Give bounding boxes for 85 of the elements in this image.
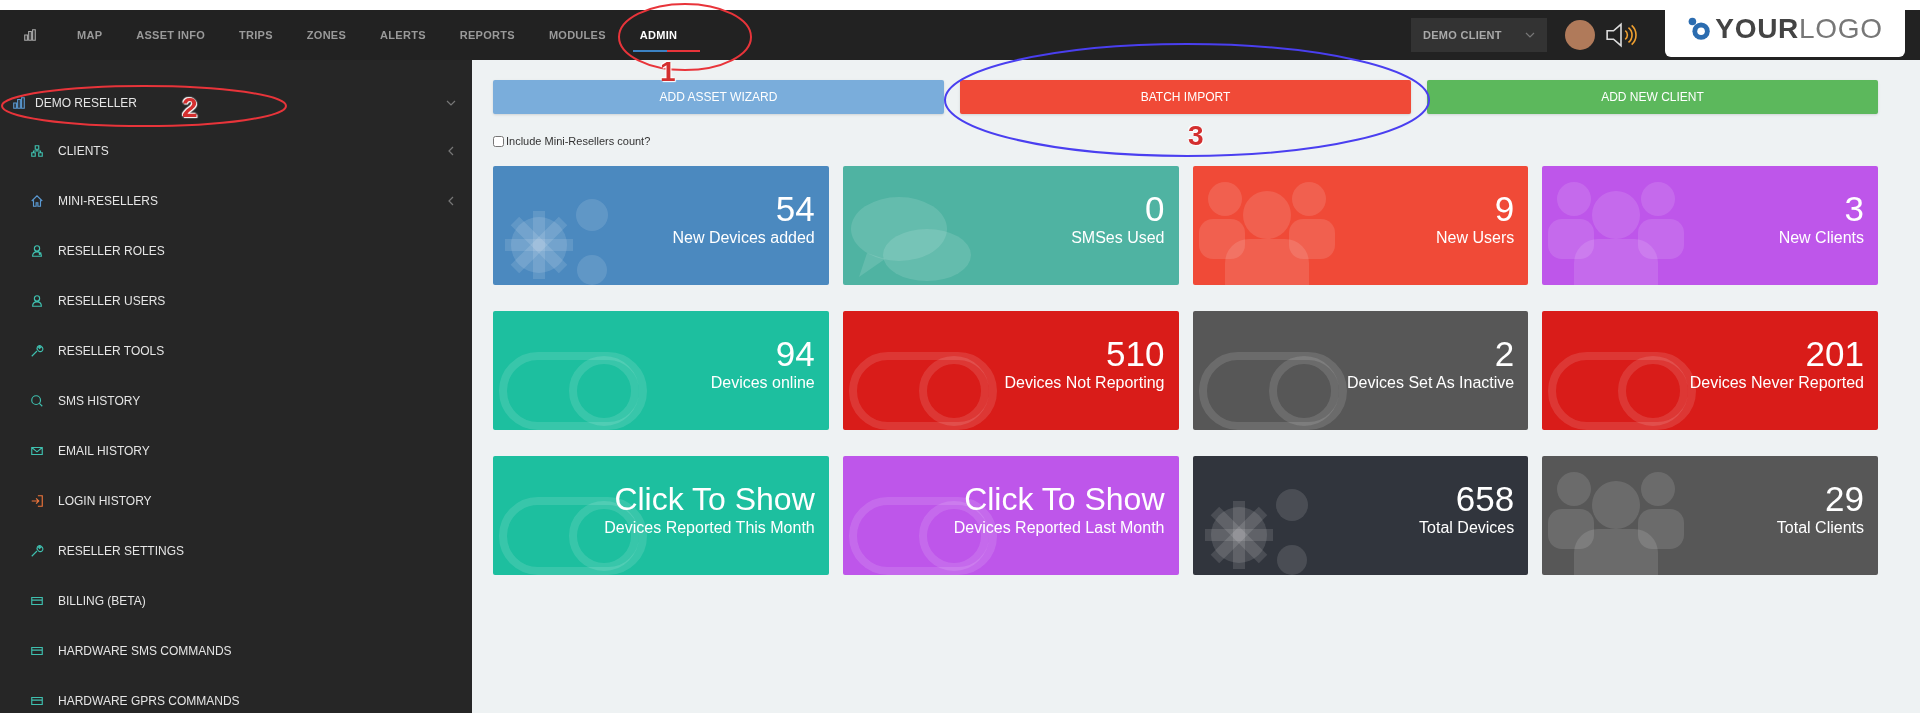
stat-card[interactable]: 29 Total Clients	[1542, 456, 1878, 575]
stat-card[interactable]: Click To Show Devices Reported Last Month	[842, 456, 1179, 575]
stat-value: 29	[1825, 480, 1864, 518]
search-icon	[30, 394, 44, 408]
action-button[interactable]: BATCH IMPORT	[960, 80, 1411, 114]
sidebar-item[interactable]: HARDWARE GPRS COMMANDS	[0, 676, 472, 713]
stat-label: New Clients	[1778, 228, 1864, 248]
envelope-icon	[30, 444, 44, 458]
sidebar-item[interactable]: BILLING (BETA)	[0, 576, 472, 626]
annotation-number: 2	[182, 94, 198, 122]
avatar[interactable]	[1565, 20, 1595, 50]
bar-chart-icon	[23, 28, 37, 42]
stat-card[interactable]: 2 Devices Set As Inactive	[1192, 311, 1529, 430]
sidebar-item[interactable]: HARDWARE SMS COMMANDS	[0, 626, 472, 676]
stat-card[interactable]: 54 New Devices added	[493, 166, 829, 285]
stat-card[interactable]: 658 Total Devices	[1192, 456, 1529, 575]
toggle-icon	[497, 350, 647, 430]
wrench-icon	[30, 544, 44, 558]
chevron-left-icon	[446, 146, 456, 156]
chevron-down-icon	[1525, 30, 1535, 40]
card-icon	[30, 644, 44, 658]
stat-value: 94	[775, 335, 815, 373]
sidebar-item[interactable]: EMAIL HISTORY	[0, 426, 472, 476]
stat-label: New Users	[1436, 228, 1515, 248]
stat-label: Total Clients	[1776, 518, 1864, 538]
nav-tab[interactable]: ZONES	[289, 10, 364, 60]
nav-tab[interactable]: MODULES	[531, 10, 623, 60]
card-icon	[30, 594, 44, 608]
client-dropdown[interactable]: DEMO CLIENT	[1411, 18, 1547, 52]
sign-in-icon	[30, 494, 44, 508]
sidebar-item[interactable]: RESELLER SETTINGS	[0, 526, 472, 576]
stat-label: Total Devices	[1419, 518, 1515, 538]
stat-value: 658	[1455, 480, 1515, 518]
wrench-icon	[30, 344, 44, 358]
expand-toggle[interactable]	[446, 98, 456, 108]
user-icon	[30, 294, 44, 308]
nav-tab[interactable]: MAP	[60, 10, 120, 60]
stat-value: 2	[1494, 335, 1515, 373]
stat-label: Devices online	[710, 373, 815, 393]
sidebar-item[interactable]: RESELLER TOOLS	[0, 326, 472, 376]
sidebar-item[interactable]: MINI-RESELLERS	[0, 176, 472, 226]
bar-chart-icon	[12, 96, 26, 110]
stat-value: Click To Show	[614, 480, 815, 518]
sidebar-item[interactable]: CLIENTS	[0, 126, 472, 176]
stat-value: 510	[1106, 335, 1165, 373]
toggle-icon	[1196, 350, 1347, 430]
annotation-number: 3	[1188, 122, 1204, 150]
card-icon	[30, 694, 44, 708]
stat-label: Devices Not Reporting	[1004, 373, 1165, 393]
stat-value: 9	[1494, 190, 1515, 228]
stat-value: 201	[1805, 335, 1864, 373]
checkbox[interactable]	[493, 135, 504, 147]
nav-tab[interactable]: ASSET INFO	[119, 10, 223, 60]
active-tab-underline	[632, 50, 701, 52]
nav-tab[interactable]: REPORTS	[442, 10, 532, 60]
toggle-icon	[846, 350, 997, 430]
stat-label: SMSes Used	[1071, 228, 1165, 248]
sidebar-item[interactable]: RESELLER ROLES	[0, 226, 472, 276]
stat-label: New Devices added	[672, 228, 815, 248]
stat-value: Click To Show	[964, 480, 1165, 518]
stat-card[interactable]: 510 Devices Not Reporting	[842, 311, 1179, 430]
speaker-icon[interactable]	[1605, 22, 1637, 48]
stat-label: Devices Reported Last Month	[953, 518, 1165, 538]
logo-text: YOURLOGO	[1715, 11, 1883, 46]
sidebar-item[interactable]: SMS HISTORY	[0, 376, 472, 426]
stat-card[interactable]: 9 New Users	[1192, 166, 1529, 285]
stat-label: Devices Reported This Month	[604, 518, 815, 538]
sidebar-header-label[interactable]: DEMO RESELLER	[35, 94, 138, 112]
stat-value: 54	[775, 190, 815, 228]
sitemap-icon	[30, 144, 44, 158]
sidebar-item[interactable]: RESELLER USERS	[0, 276, 472, 326]
sidebar-item[interactable]: LOGIN HISTORY	[0, 476, 472, 526]
stat-value: 0	[1145, 190, 1165, 228]
home-icon	[30, 194, 44, 208]
stat-card[interactable]: 3 New Clients	[1542, 166, 1878, 285]
nav-tab[interactable]: TRIPS	[222, 10, 290, 60]
nav-tab[interactable]: ALERTS	[363, 10, 443, 60]
checkbox-label: Include Mini-Resellers count?	[506, 133, 651, 149]
stat-label: Devices Never Reported	[1689, 373, 1864, 393]
user-badge-icon	[30, 244, 44, 258]
stat-card[interactable]: 201 Devices Never Reported	[1542, 311, 1878, 430]
stat-value: 3	[1844, 190, 1864, 228]
stat-label: Devices Set As Inactive	[1347, 373, 1515, 393]
chevron-left-icon	[446, 196, 456, 206]
chevron-down-icon	[446, 98, 456, 108]
